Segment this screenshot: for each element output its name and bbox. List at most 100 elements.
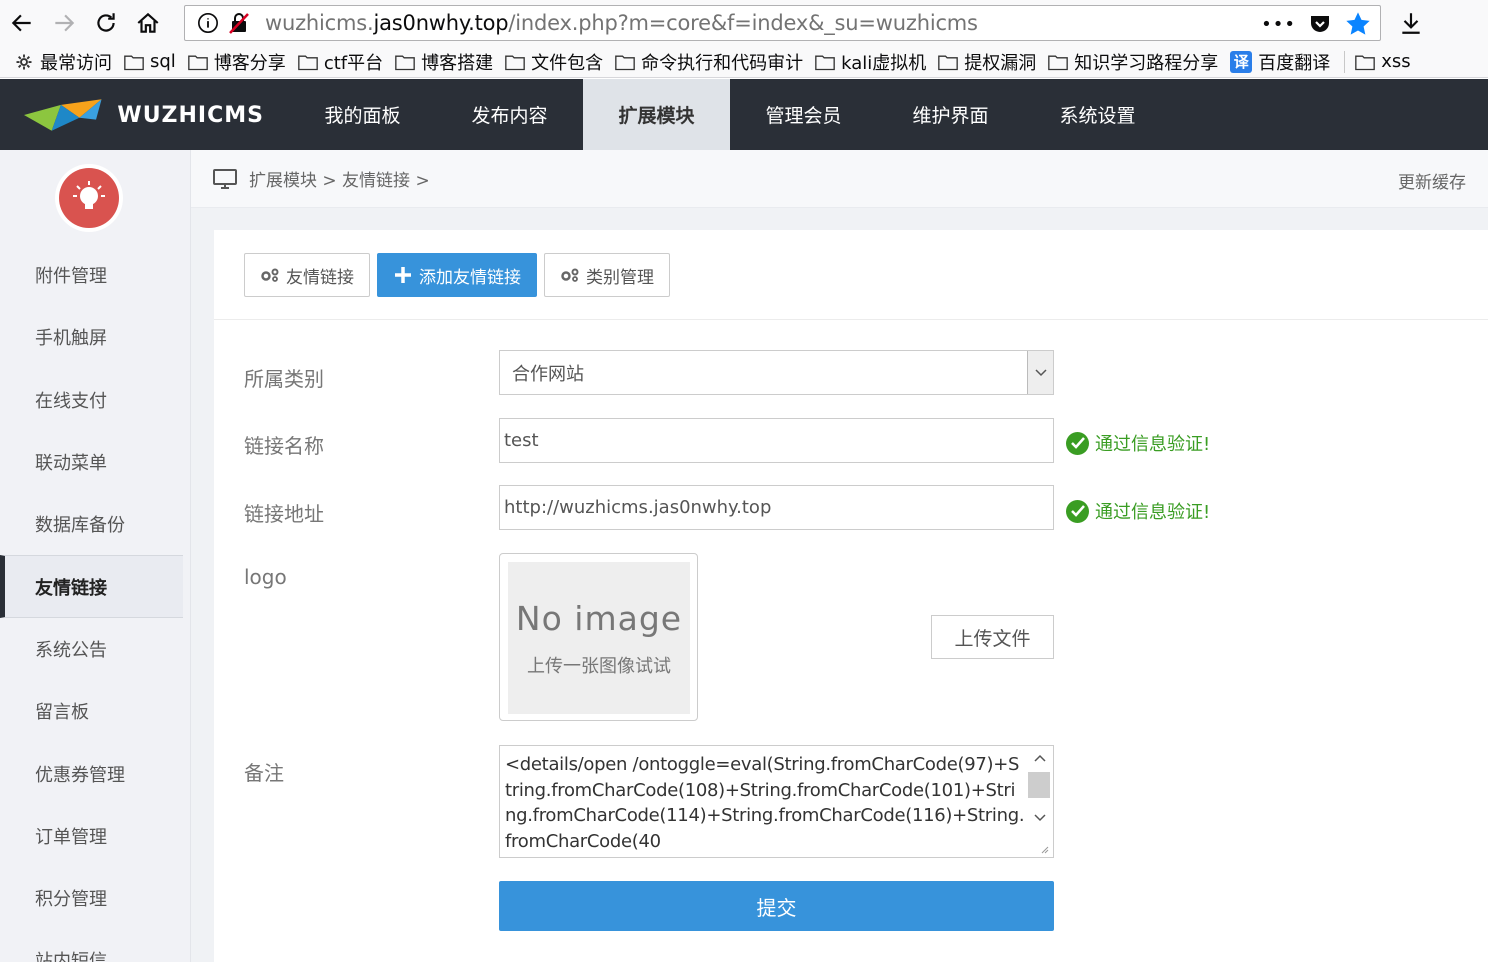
bookmark-label: sql — [150, 51, 176, 72]
logo-preview[interactable]: No image 上传一张图像试试 — [499, 553, 698, 721]
remark-label: 备注 — [244, 761, 284, 785]
tab-category-management[interactable]: 类别管理 — [544, 253, 670, 297]
home-button[interactable] — [128, 3, 168, 43]
bookmark-label: kali虚拟机 — [841, 52, 927, 74]
sidebar-item-coupons[interactable]: 优惠券管理 — [0, 742, 183, 804]
bookmark-label: ctf平台 — [323, 52, 384, 74]
bookmark-label: 百度翻译 — [1258, 52, 1331, 74]
topnav-maintenance[interactable]: 维护界面 — [877, 79, 1024, 150]
folder-icon — [124, 55, 144, 70]
breadcrumb-text[interactable]: 扩展模块 > 友情链接 > — [249, 166, 430, 191]
topnav-extensions[interactable]: 扩展模块 — [583, 79, 730, 150]
url-bar[interactable]: wuzhicms.jas0nwhy.top/index.php?m=core&f… — [184, 5, 1381, 41]
folder-icon — [938, 55, 959, 70]
bookmark-label: xss — [1381, 51, 1411, 72]
bookmark-label: 博客搭建 — [421, 52, 494, 74]
select-arrow[interactable] — [1027, 351, 1053, 394]
no-image-hint: 上传一张图像试试 — [527, 655, 671, 677]
link-name-input[interactable]: test — [499, 418, 1054, 463]
home-icon — [137, 12, 159, 33]
topnav-members[interactable]: 管理会员 — [730, 79, 877, 150]
bookmark-label: 命令执行和代码审计 — [641, 52, 804, 74]
sidebar-item-payment[interactable]: 在线支付 — [0, 369, 183, 431]
scroll-down-icon[interactable] — [1034, 814, 1046, 822]
category-select[interactable]: 合作网站 — [499, 350, 1054, 395]
sidebar-item-orders[interactable]: 订单管理 — [0, 805, 183, 867]
insecure-lock-icon[interactable] — [227, 11, 251, 35]
tab-friend-links[interactable]: 友情链接 — [244, 253, 370, 297]
folder-icon — [395, 55, 415, 70]
remark-textarea[interactable]: <details/open /ontoggle=eval(String.from… — [499, 745, 1054, 858]
link-url-validation: 通过信息验证! — [1066, 498, 1210, 524]
bookmark-label: 提权漏洞 — [964, 52, 1037, 74]
url-path: /index.php?m=core&f=index&_su=wuzhicms — [508, 11, 978, 35]
sidebar: 附件管理 手机触屏 在线支付 联动菜单 数据库备份 友情链接 系统公告 留言板 … — [0, 150, 191, 962]
bookmarks-toolbar: 最常访问 sql 博客分享 ctf平台 博客搭建 文件包含 命令执行和代码审计 … — [0, 46, 1488, 78]
refresh-cache-link[interactable]: 更新缓存 — [1398, 168, 1466, 193]
sidebar-item-db-backup[interactable]: 数据库备份 — [0, 493, 183, 555]
sidebar-item-attachments[interactable]: 附件管理 — [0, 244, 183, 306]
category-label: 所属类别 — [244, 367, 324, 391]
folder-icon — [615, 55, 635, 70]
info-icon[interactable] — [197, 12, 219, 34]
top-nav: 我的面板 发布内容 扩展模块 管理会员 维护界面 系统设置 — [289, 79, 1171, 150]
cogs-icon — [261, 268, 279, 282]
bookmark-folder-file-include[interactable]: 文件包含 — [501, 48, 607, 76]
bookmark-folder-xss[interactable]: xss — [1351, 48, 1414, 76]
url-text[interactable]: wuzhicms.jas0nwhy.top/index.php?m=core&f… — [265, 11, 978, 35]
scrollbar-thumb[interactable] — [1028, 772, 1050, 798]
monitor-icon — [213, 168, 237, 189]
sidebar-item-announcements[interactable]: 系统公告 — [0, 618, 183, 680]
bookmark-separator — [1344, 50, 1346, 73]
sidebar-item-guestbook[interactable]: 留言板 — [0, 680, 183, 742]
bookmark-folder-blog-share[interactable]: 博客分享 — [184, 48, 290, 76]
page-actions-icon[interactable]: ••• — [1261, 14, 1296, 35]
category-selected-value: 合作网站 — [512, 363, 584, 385]
bookmark-folder-sql[interactable]: sql — [120, 48, 180, 76]
download-button[interactable] — [1394, 6, 1428, 40]
forward-button[interactable] — [44, 3, 84, 43]
cogs-icon — [561, 268, 579, 282]
tab-label: 友情链接 — [286, 267, 354, 288]
avatar[interactable] — [55, 164, 123, 232]
validation-text: 通过信息验证! — [1095, 502, 1211, 523]
textarea-scrollbar[interactable] — [1027, 746, 1053, 857]
bookmark-folder-privesc[interactable]: 提权漏洞 — [934, 48, 1040, 76]
link-url-input[interactable]: http://wuzhicms.jas0nwhy.top — [499, 485, 1054, 530]
pocket-icon[interactable] — [1308, 12, 1332, 36]
scroll-up-icon[interactable] — [1034, 754, 1046, 762]
breadcrumb: 扩展模块 > 友情链接 > 更新缓存 — [191, 150, 1488, 208]
topnav-dashboard[interactable]: 我的面板 — [289, 79, 436, 150]
sidebar-item-points[interactable]: 积分管理 — [0, 867, 183, 929]
bookmark-baidu-translate[interactable]: 译 百度翻译 — [1226, 48, 1334, 76]
logo-label: logo — [244, 565, 287, 589]
reload-button[interactable] — [86, 3, 126, 43]
bookmark-folder-ctf[interactable]: ctf平台 — [294, 48, 387, 76]
bookmark-label: 文件包含 — [531, 52, 604, 74]
bookmark-folder-blog-build[interactable]: 博客搭建 — [391, 48, 497, 76]
upload-file-button[interactable]: 上传文件 — [931, 615, 1054, 659]
submit-button[interactable]: 提交 — [499, 881, 1054, 931]
link-name-value: test — [504, 430, 539, 451]
bookmark-folder-kali[interactable]: kali虚拟机 — [811, 48, 930, 76]
sidebar-item-linkage-menu[interactable]: 联动菜单 — [0, 431, 183, 493]
topnav-publish[interactable]: 发布内容 — [436, 79, 583, 150]
resize-grip-icon[interactable] — [1039, 844, 1049, 854]
back-button[interactable] — [2, 3, 42, 43]
remark-value: <details/open /ontoggle=eval(String.from… — [505, 754, 1025, 852]
tab-label: 添加友情链接 — [419, 267, 521, 288]
bookmark-star-icon[interactable] — [1344, 10, 1372, 38]
logo-text: WUZHICMS — [117, 102, 264, 128]
download-icon — [1402, 13, 1420, 34]
sidebar-item-friend-links[interactable]: 友情链接 — [0, 555, 183, 618]
topnav-settings[interactable]: 系统设置 — [1024, 79, 1171, 150]
sidebar-item-messages[interactable]: 站内短信 — [0, 929, 183, 962]
bookmark-folder-learning[interactable]: 知识学习路程分享 — [1044, 48, 1222, 76]
tab-add-friend-link[interactable]: 添加友情链接 — [377, 253, 537, 297]
sidebar-item-mobile[interactable]: 手机触屏 — [0, 306, 183, 368]
app-logo[interactable]: WUZHICMS — [24, 95, 264, 135]
divider — [214, 319, 1488, 320]
bookmark-folder-cmd-exec[interactable]: 命令执行和代码审计 — [611, 48, 807, 76]
check-icon — [1066, 431, 1089, 455]
bookmark-most-visited[interactable]: 最常访问 — [10, 48, 116, 76]
